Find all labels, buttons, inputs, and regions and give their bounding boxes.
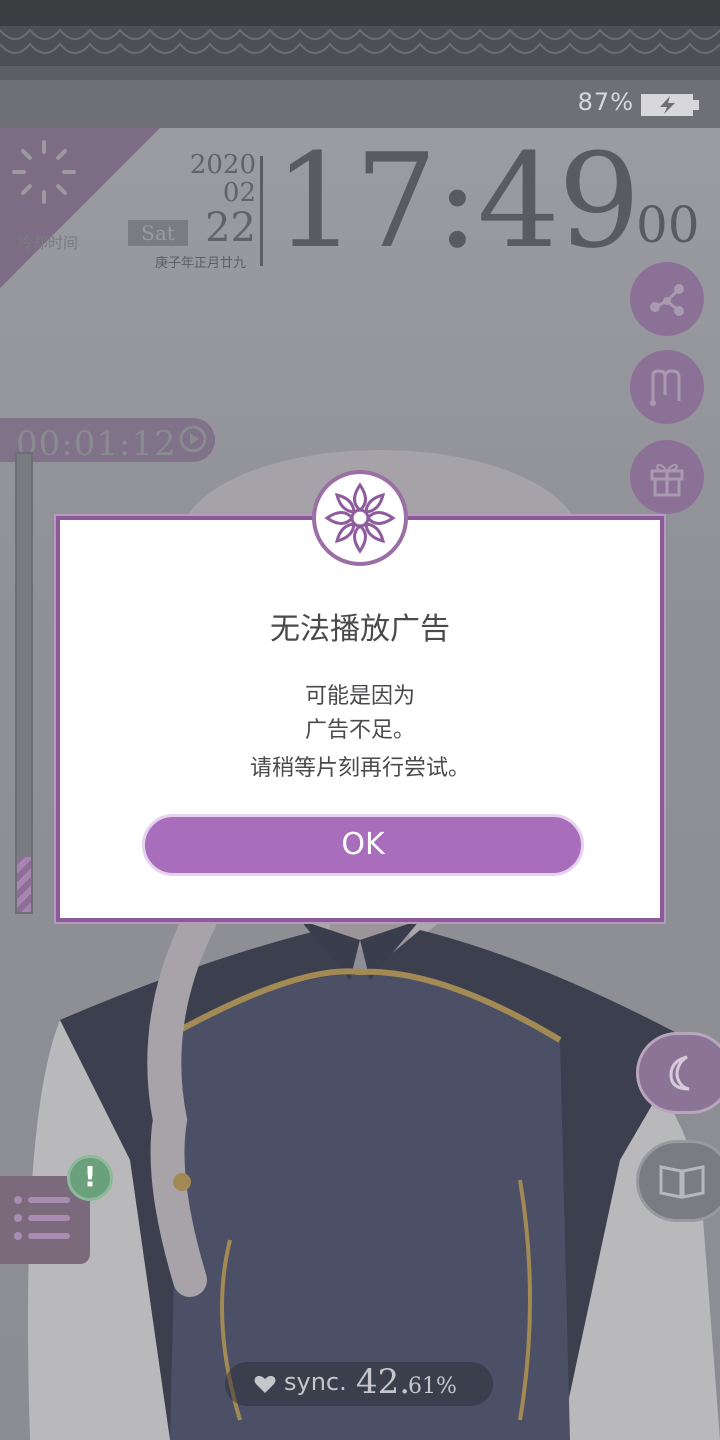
- date-month: 02: [222, 178, 256, 208]
- alert-badge: !: [67, 1155, 113, 1201]
- m-icon: [650, 369, 681, 406]
- sync-value-major: 42.: [356, 1362, 411, 1402]
- sync-label: sync.: [284, 1368, 347, 1396]
- gift-icon: [650, 463, 684, 497]
- top-lace-decoration: [0, 0, 720, 80]
- date-weekday: Sat: [128, 220, 188, 246]
- lunar-date: 庚子年正月廿九: [155, 256, 247, 271]
- timer-value: 00:01:12: [16, 424, 177, 464]
- battery-percent: 87%: [577, 88, 634, 116]
- cooldown-label: 冷却时间: [18, 234, 79, 252]
- dialog-message-line-3: 请稍等片刻再行尝试。: [249, 756, 470, 781]
- night-mode-button[interactable]: [636, 1032, 720, 1114]
- dialog-message-line-2: 广告不足。: [304, 718, 415, 743]
- battery-charging-icon: [641, 94, 699, 116]
- share-button[interactable]: [630, 262, 704, 336]
- moon-icon: [669, 1055, 690, 1091]
- clock-hours-minutes: 17:49: [274, 125, 641, 277]
- date-year: 2020: [189, 150, 256, 180]
- book-icon: [659, 1165, 705, 1199]
- loading-spinner-icon: [12, 140, 76, 204]
- progress-gauge: [15, 452, 33, 914]
- sync-value-minor: 61%: [408, 1374, 457, 1399]
- ok-button[interactable]: OK: [142, 814, 584, 876]
- book-button[interactable]: [636, 1140, 720, 1222]
- m-button[interactable]: [630, 350, 704, 424]
- lace-pattern: [0, 0, 720, 80]
- lotus-emblem-icon: [324, 482, 396, 554]
- heart-icon: [254, 1375, 276, 1393]
- dialog-message-line-1: 可能是因为: [304, 684, 415, 709]
- status-bar: 87%: [0, 80, 720, 128]
- dialog-emblem: [312, 470, 408, 566]
- date-divider: [260, 156, 263, 266]
- list-icon: [14, 1196, 70, 1240]
- progress-gauge-fill: [17, 857, 31, 912]
- share-icon: [650, 284, 684, 316]
- gift-button[interactable]: [630, 440, 704, 514]
- date-day: 22: [205, 205, 256, 251]
- cooldown-corner-lower: [0, 258, 30, 288]
- play-icon[interactable]: [178, 424, 208, 454]
- dialog-title: 无法播放广告: [270, 612, 450, 647]
- clock-seconds: 00: [636, 196, 700, 254]
- ad-error-dialog: 无法播放广告 可能是因为 广告不足。 请稍等片刻再行尝试。 OK: [56, 516, 664, 922]
